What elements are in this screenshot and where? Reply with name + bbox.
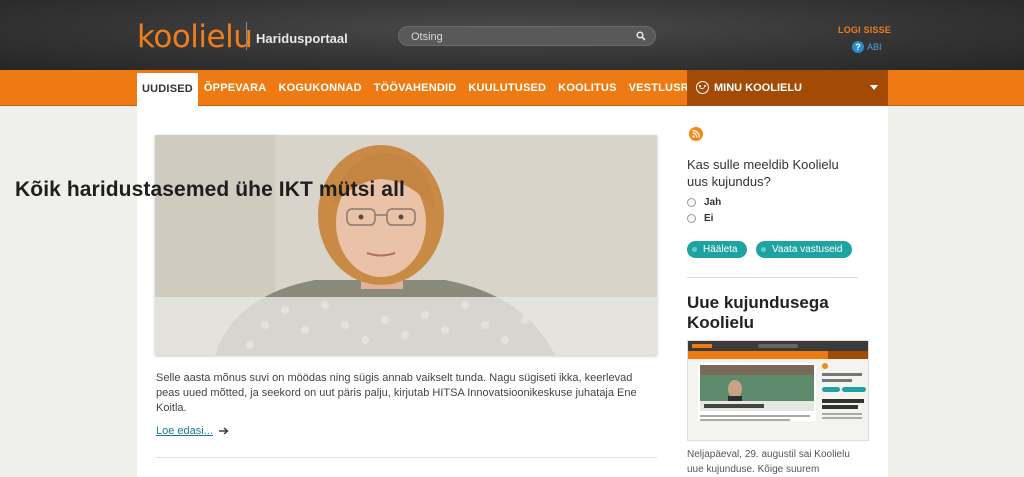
koolielu-logo[interactable]: koolielu (137, 20, 253, 54)
nav-items: UUDISED ÕPPEVARA KOGUKONNAD TÖÖVAHENDID … (137, 70, 715, 106)
sidebar-divider (687, 277, 858, 278)
nav-item-uudised[interactable]: UUDISED (137, 70, 198, 106)
sidebar-news-text: Neljapäeval, 29. augustil sai Koolielu u… (687, 449, 850, 475)
smiley-icon (696, 81, 709, 94)
nav-item-kuulutused[interactable]: KUULUTUSED (462, 70, 552, 106)
poll-option-label[interactable]: Ei (704, 213, 713, 224)
vote-button[interactable]: Hääleta (687, 241, 748, 258)
radio-ei[interactable] (687, 214, 696, 223)
news-thumbnail[interactable] (687, 340, 869, 441)
arrow-right-icon (218, 427, 229, 435)
screenshot-thumbnail-illustration (688, 341, 868, 440)
hero-caption-band (155, 297, 657, 355)
help-icon[interactable]: ? (852, 41, 864, 53)
article-title[interactable]: Kõik haridustasemed ühe IKT mütsi all (15, 178, 405, 202)
view-results-button[interactable]: Vaata vastuseid (756, 241, 853, 258)
poll-option-jah[interactable]: Jah (687, 197, 721, 208)
logo-divider (246, 22, 247, 50)
nav-item-oppevara[interactable]: ÕPPEVARA (198, 70, 273, 106)
nav-item-kogukonnad[interactable]: KOGUKONNAD (272, 70, 367, 106)
sidebar-news-title[interactable]: Uue kujundusega Koolielu (687, 293, 862, 333)
nav-item-koolitus[interactable]: KOOLITUS (552, 70, 622, 106)
search-box[interactable] (398, 26, 656, 46)
radio-jah[interactable] (687, 198, 696, 207)
read-more-label[interactable]: Loe edasi... (156, 425, 213, 437)
article-intro: Selle aasta mõnus suvi on möödas ning sü… (156, 372, 637, 414)
article-divider (156, 457, 657, 458)
poll-option-label[interactable]: Jah (704, 197, 721, 208)
poll-question: Kas sulle meeldib Koolielu uus kujundus? (687, 157, 839, 189)
my-koolielu-menu[interactable]: MINU KOOLIELU (687, 70, 888, 106)
read-more-link[interactable]: Loe edasi... (156, 425, 229, 437)
portal-label: Haridusportaal (256, 31, 348, 46)
search-icon[interactable] (636, 31, 646, 41)
help-link[interactable]: ? ABI (852, 41, 882, 53)
chevron-down-icon (870, 85, 878, 90)
login-link[interactable]: LOGI SISSE (838, 25, 891, 35)
help-label[interactable]: ABI (867, 42, 882, 52)
my-koolielu-label: MINU KOOLIELU (714, 82, 802, 94)
poll-option-ei[interactable]: Ei (687, 213, 713, 224)
search-input[interactable] (411, 29, 621, 44)
nav-item-toovahendid[interactable]: TÖÖVAHENDID (368, 70, 463, 106)
rss-icon[interactable] (689, 127, 703, 141)
article-hero-image[interactable] (155, 135, 657, 355)
